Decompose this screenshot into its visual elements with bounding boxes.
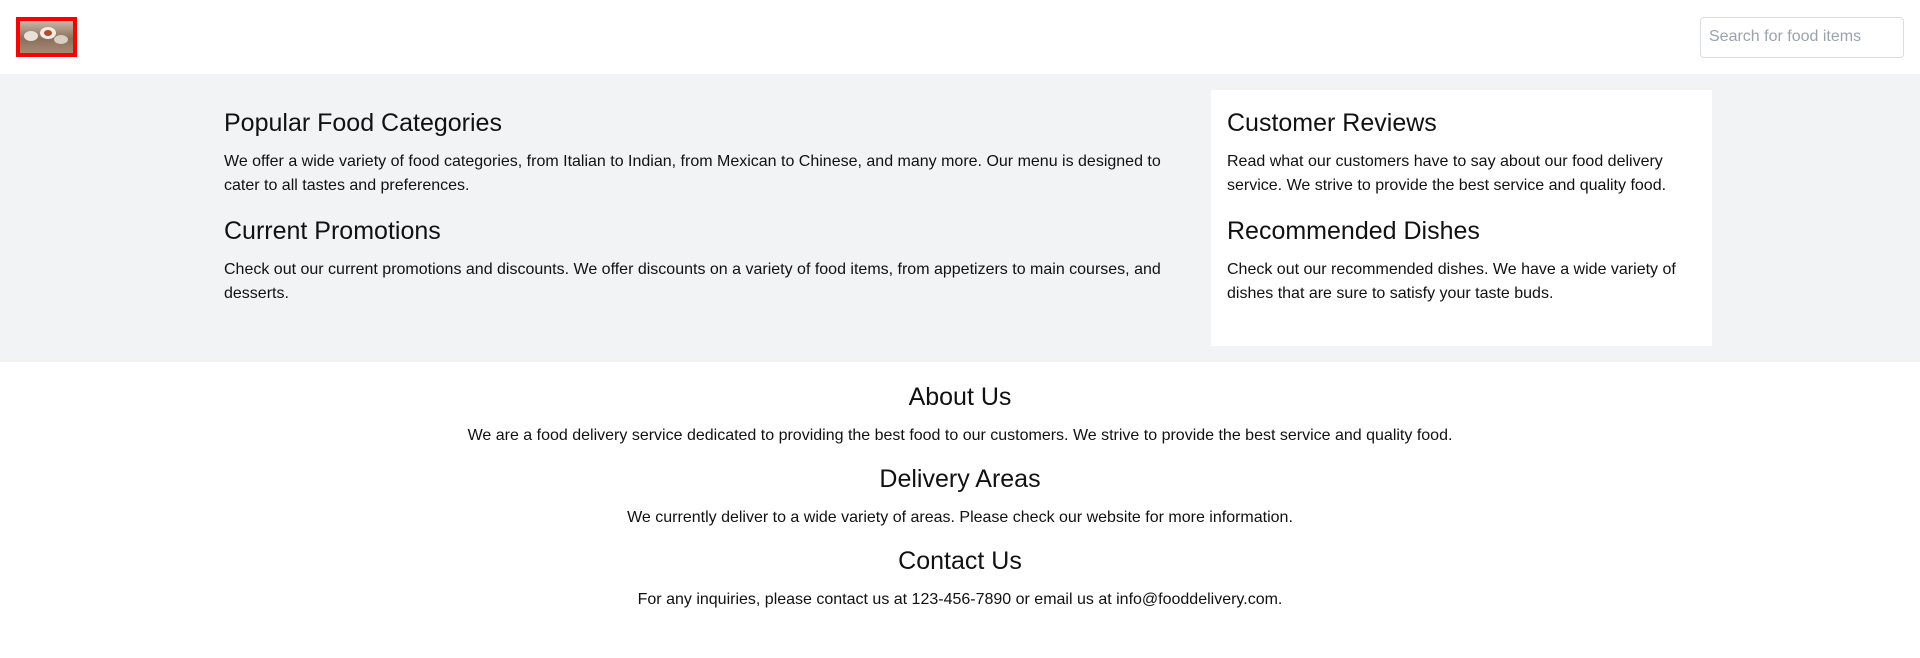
site-header: [0, 0, 1920, 74]
main-content: Popular Food Categories We offer a wide …: [0, 74, 1920, 362]
site-footer: About Us We are a food delivery service …: [0, 362, 1920, 612]
current-promotions-heading: Current Promotions: [224, 217, 441, 245]
popular-categories-heading: Popular Food Categories: [224, 109, 502, 137]
sidebar-card: Customer Reviews Read what our customers…: [1211, 90, 1712, 346]
recommended-dishes-text: Check out our recommended dishes. We hav…: [1227, 261, 1676, 302]
about-us-heading: About Us: [908, 383, 1012, 411]
customer-reviews-heading: Customer Reviews: [1227, 109, 1437, 137]
logo-food-image: [20, 21, 73, 53]
left-column: Popular Food Categories We offer a wide …: [224, 108, 1164, 324]
about-us-text: We are a food delivery service dedicated…: [467, 427, 1453, 444]
current-promotions-text: Check out our current promotions and dis…: [224, 261, 1161, 302]
customer-reviews-text: Read what our customers have to say abou…: [1227, 153, 1667, 194]
delivery-areas-text: We currently deliver to a wide variety o…: [627, 509, 1293, 526]
search-input[interactable]: [1700, 16, 1904, 58]
logo[interactable]: [16, 17, 77, 57]
popular-categories-text: We offer a wide variety of food categori…: [224, 153, 1161, 194]
recommended-dishes-heading: Recommended Dishes: [1227, 217, 1480, 245]
contact-us-text: For any inquiries, please contact us at …: [637, 591, 1283, 608]
delivery-areas-heading: Delivery Areas: [879, 465, 1041, 493]
contact-us-heading: Contact Us: [898, 547, 1022, 575]
